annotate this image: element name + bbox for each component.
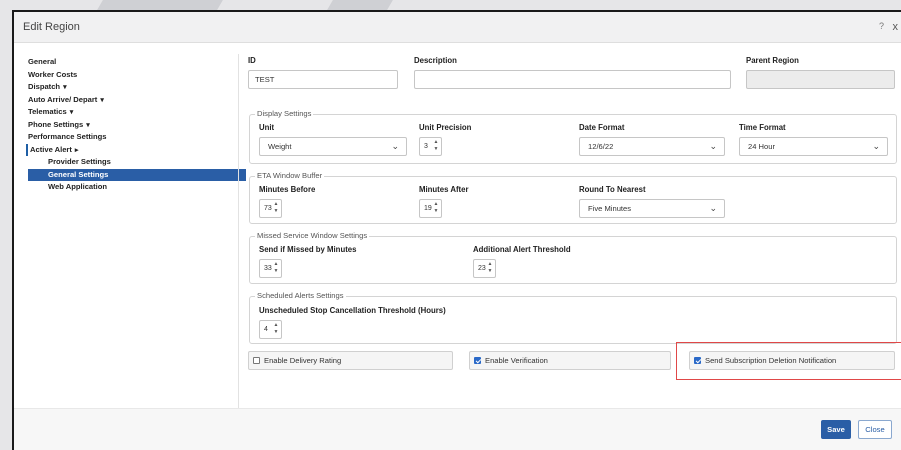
- unit-select-value: Weight: [268, 142, 292, 151]
- close-button[interactable]: Close: [858, 420, 892, 439]
- nav-item-general-settings[interactable]: General Settings: [28, 168, 246, 181]
- round-to-nearest-label: Round To Nearest: [579, 185, 646, 194]
- date-format-value: 12/6/22: [588, 142, 614, 151]
- id-input[interactable]: TEST: [248, 70, 398, 89]
- delivery-rating-checkbox-row[interactable]: Enable Delivery Rating: [248, 351, 453, 370]
- minutes-before-value: 73: [264, 205, 272, 212]
- chevron-down-icon: ⌄: [391, 141, 399, 151]
- nav-item-auto-arrive-depart[interactable]: Auto Arrive/ Depart ▾: [28, 94, 246, 107]
- nav-item-general[interactable]: General: [28, 56, 246, 69]
- chevron-down-icon: ⌄: [872, 141, 880, 151]
- date-format-select[interactable]: 12/6/22 ⌄: [579, 137, 725, 156]
- id-label: ID: [248, 56, 256, 65]
- caret-down-icon: ▾: [63, 84, 67, 91]
- stepper-arrows-icon[interactable]: ▲ ▼: [433, 139, 439, 153]
- verification-checkbox-row[interactable]: Enable Verification: [469, 351, 671, 370]
- nav-divider: [238, 54, 239, 409]
- time-format-value: 24 Hour: [748, 142, 776, 151]
- verification-checkbox[interactable]: [474, 357, 481, 364]
- caret-right-icon: ▸: [74, 146, 79, 154]
- verification-label: Enable Verification: [485, 356, 548, 365]
- minutes-after-label: Minutes After: [419, 185, 469, 194]
- cancellation-threshold-value: 4: [264, 326, 268, 333]
- missed-service-fieldset: Missed Service Window Settings: [249, 231, 897, 284]
- dialog-footer: [14, 409, 901, 450]
- cancellation-threshold-stepper[interactable]: 4 ▲ ▼: [259, 320, 282, 339]
- stepper-arrows-icon[interactable]: ▲ ▼: [273, 322, 279, 336]
- caret-down-icon: ▾: [69, 109, 74, 116]
- nav-item-provider-settings[interactable]: Provider Settings: [28, 156, 246, 169]
- caret-down-icon: ▾: [86, 121, 90, 129]
- background-wedge: [327, 0, 393, 10]
- round-to-nearest-select[interactable]: Five Minutes ⌄: [579, 199, 725, 218]
- missed-service-legend: Missed Service Window Settings: [255, 231, 370, 240]
- minutes-after-value: 19: [424, 205, 432, 212]
- dialog-title: Edit Region: [23, 21, 80, 33]
- help-icon[interactable]: ?: [879, 21, 884, 31]
- save-button[interactable]: Save: [821, 420, 851, 439]
- nav-item-web-application[interactable]: Web Application: [28, 181, 246, 194]
- description-label: Description: [414, 56, 457, 65]
- minutes-before-label: Minutes Before: [259, 185, 316, 194]
- dialog-titlebar: Edit Region ? x: [14, 12, 901, 43]
- settings-nav: General Worker Costs Dispatch ▾ Auto Arri…: [26, 56, 246, 194]
- minutes-before-stepper[interactable]: 73 ▲ ▼: [259, 199, 282, 218]
- additional-alert-threshold-label: Additional Alert Threshold: [473, 245, 571, 254]
- delivery-rating-checkbox[interactable]: [253, 357, 260, 364]
- date-format-label: Date Format: [579, 123, 625, 132]
- nav-item-active-alert[interactable]: Active Alert ▸: [26, 143, 246, 156]
- chevron-down-icon: ⌄: [709, 141, 717, 151]
- stepper-arrows-icon[interactable]: ▲ ▼: [273, 201, 279, 215]
- eta-window-legend: ETA Window Buffer: [255, 171, 325, 180]
- unit-select[interactable]: Weight ⌄: [259, 137, 407, 156]
- additional-alert-threshold-stepper[interactable]: 23 ▲ ▼: [473, 259, 496, 278]
- send-if-missed-value: 33: [264, 265, 272, 272]
- unit-label: Unit: [259, 123, 275, 132]
- nav-item-worker-costs[interactable]: Worker Costs: [28, 69, 246, 82]
- edit-region-dialog: Edit Region ? x General Worker Costs Dis…: [14, 12, 901, 450]
- scheduled-alerts-fieldset: Scheduled Alerts Settings: [249, 291, 897, 344]
- stepper-arrows-icon[interactable]: ▲ ▼: [487, 261, 493, 275]
- eta-window-fieldset: ETA Window Buffer: [249, 171, 897, 224]
- parent-region-input: [746, 70, 895, 89]
- caret-down-icon: ▾: [100, 96, 104, 104]
- scheduled-alerts-legend: Scheduled Alerts Settings: [255, 291, 346, 300]
- chevron-down-icon: ⌄: [709, 203, 717, 213]
- display-settings-legend: Display Settings: [255, 109, 314, 118]
- time-format-label: Time Format: [739, 123, 786, 132]
- unit-precision-stepper[interactable]: 3 ▲ ▼: [419, 137, 442, 156]
- stepper-arrows-icon[interactable]: ▲ ▼: [433, 201, 439, 215]
- description-input[interactable]: [414, 70, 731, 89]
- send-if-missed-stepper[interactable]: 33 ▲ ▼: [259, 259, 282, 278]
- unit-precision-label: Unit Precision: [419, 123, 472, 132]
- stepper-arrows-icon[interactable]: ▲ ▼: [273, 261, 279, 275]
- additional-alert-threshold-value: 23: [478, 265, 486, 272]
- nav-item-performance-settings[interactable]: Performance Settings: [28, 131, 246, 144]
- minutes-after-stepper[interactable]: 19 ▲ ▼: [419, 199, 442, 218]
- send-if-missed-label: Send if Missed by Minutes: [259, 245, 357, 254]
- nav-item-telematics[interactable]: Telematics ▾: [28, 106, 246, 119]
- cancellation-threshold-label: Unscheduled Stop Cancellation Threshold …: [259, 306, 446, 315]
- time-format-select[interactable]: 24 Hour ⌄: [739, 137, 888, 156]
- close-icon[interactable]: x: [893, 21, 899, 33]
- parent-region-label: Parent Region: [746, 56, 799, 65]
- round-to-nearest-value: Five Minutes: [588, 204, 632, 213]
- background-wedge: [97, 0, 223, 10]
- highlight-box: [676, 342, 901, 380]
- unit-precision-value: 3: [424, 143, 428, 150]
- delivery-rating-label: Enable Delivery Rating: [264, 356, 342, 365]
- nav-item-phone-settings[interactable]: Phone Settings ▾: [28, 119, 246, 132]
- nav-item-dispatch[interactable]: Dispatch ▾: [28, 81, 246, 94]
